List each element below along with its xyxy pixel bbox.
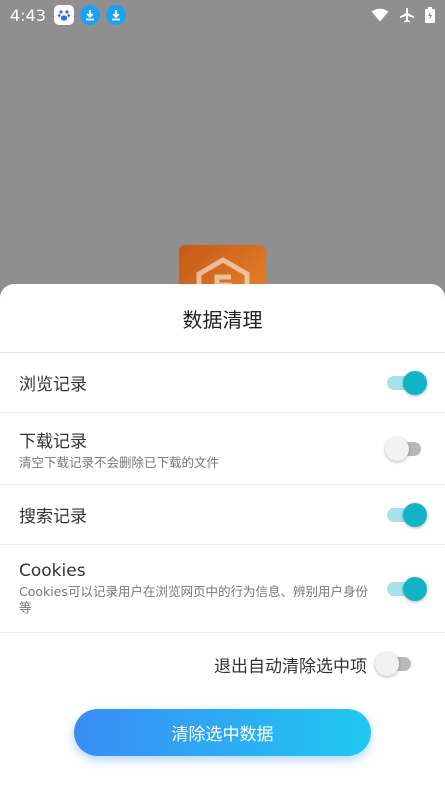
download-icon [79,5,100,25]
option-label: 下载记录 [19,431,87,452]
wifi-icon [371,8,389,22]
baidu-icon [53,5,74,25]
data-clean-dialog: 数据清理 浏览记录 下载记录 清空下载记录不会删除已下载的文件 搜索记录 Coo… [0,284,445,791]
auto-clear-label: 退出自动清除选中项 [214,656,367,677]
option-description: Cookies可以记录用户在浏览网页中的行为信息、辨别用户身份等 [19,584,368,615]
download-history-toggle[interactable] [385,436,427,461]
option-browse-history[interactable]: 浏览记录 [0,353,445,413]
option-label: 搜索记录 [19,507,87,527]
cookies-toggle[interactable] [385,576,427,601]
status-time: 4:43 [10,5,46,25]
airplane-icon [399,7,415,23]
option-search-history[interactable]: 搜索记录 [0,485,445,545]
option-label: 浏览记录 [19,375,87,395]
option-download-history[interactable]: 下载记录 清空下载记录不会删除已下载的文件 [0,413,445,485]
auto-clear-toggle[interactable] [375,652,417,676]
auto-clear-row[interactable]: 退出自动清除选中项 [0,633,445,695]
battery-icon [425,7,435,23]
dialog-title: 数据清理 [0,284,445,353]
option-label: Cookies [19,561,86,581]
status-bar: 4:43 [0,0,445,30]
option-cookies[interactable]: Cookies Cookies可以记录用户在浏览网页中的行为信息、辨别用户身份等 [0,545,445,633]
option-description: 清空下载记录不会删除已下载的文件 [19,454,220,470]
download-icon [105,5,126,25]
clear-selected-button[interactable]: 清除选中数据 [74,709,371,756]
browse-history-toggle[interactable] [385,370,427,395]
search-history-toggle[interactable] [385,502,427,527]
